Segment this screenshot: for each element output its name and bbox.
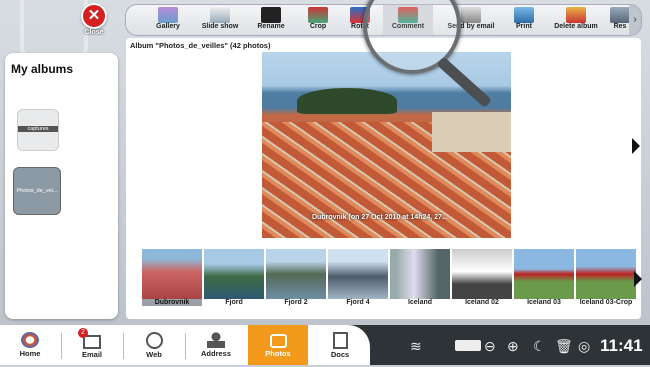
- thumbnail-image: [266, 249, 326, 299]
- close-label: Close: [84, 29, 104, 36]
- home-icon: [21, 332, 39, 348]
- contacts-icon: [207, 332, 225, 348]
- delete-album-button[interactable]: Delete album: [550, 5, 602, 35]
- dock-apps: Home Email 2 Web Address Photos Docs: [0, 325, 370, 365]
- next-arrow-icon[interactable]: [632, 138, 640, 154]
- rename-label: Rename: [257, 23, 285, 30]
- home-app[interactable]: Home: [0, 325, 60, 365]
- thumbnail-item[interactable]: Iceland 03: [514, 249, 574, 311]
- crop-icon: [308, 7, 328, 23]
- sidebar-title: My albums: [11, 62, 74, 76]
- thumbnail-item[interactable]: Dubrovnik: [142, 249, 202, 311]
- main-photo[interactable]: Dubrovnik (on 27 Oct 2010 at 14h24, 27..…: [262, 52, 511, 238]
- globe-icon: [145, 332, 163, 349]
- battery-icon: [455, 340, 481, 351]
- thumbnail-label: Fjord 4: [346, 299, 370, 306]
- background-decoration: [20, 0, 88, 58]
- photo-caption: Dubrovnik (on 27 Oct 2010 at 14h24, 27..…: [312, 214, 448, 221]
- chevron-right-icon[interactable]: ›: [629, 5, 641, 35]
- thumbnail-item[interactable]: Fjord: [204, 249, 264, 311]
- slide-show-button[interactable]: Slide show: [196, 5, 244, 35]
- photo-island: [297, 88, 397, 114]
- rename-button[interactable]: Rename: [250, 5, 292, 35]
- email-label: Email: [81, 350, 102, 359]
- thumbnail-label: Fjord 2: [284, 299, 308, 306]
- thumbnail-item[interactable]: Iceland 02: [452, 249, 512, 311]
- printer-icon: [514, 7, 534, 23]
- thumbnail-item[interactable]: Iceland 03-Crop: [576, 249, 636, 311]
- crop-label: Crop: [309, 23, 327, 30]
- help-icon[interactable]: ◎: [578, 325, 590, 365]
- strip-next-arrow-icon[interactable]: [634, 271, 642, 287]
- photos-app[interactable]: Photos: [248, 325, 308, 365]
- slide-show-icon: [210, 7, 230, 23]
- photo-wall: [432, 112, 511, 152]
- dock-bar: Home Email 2 Web Address Photos Docs ≋ ⊖…: [0, 325, 650, 365]
- albums-sidebar: My albums captures Photos_de_vei...: [5, 53, 118, 319]
- brightness-icon[interactable]: ☾: [533, 325, 546, 365]
- gallery-icon: [158, 7, 178, 23]
- address-app[interactable]: Address: [186, 325, 246, 365]
- docs-label: Docs: [330, 350, 350, 359]
- album-title: Album "Photos_de_veilles" (42 photos): [130, 41, 271, 50]
- document-icon: [332, 332, 348, 349]
- delete-album-label: Delete album: [554, 23, 598, 30]
- camera-icon: [269, 334, 287, 348]
- email-icon: [461, 7, 481, 23]
- gallery-label: Gallery: [156, 23, 180, 30]
- thumbnail-image: [142, 249, 202, 299]
- delete-album-icon: [566, 7, 586, 23]
- print-label: Print: [516, 23, 532, 30]
- crop-button[interactable]: Crop: [298, 5, 338, 35]
- thumbnail-item[interactable]: Fjord 2: [266, 249, 326, 311]
- thumbnail-image: [576, 249, 636, 299]
- thumbnail-image: [328, 249, 388, 299]
- gallery-button[interactable]: Gallery: [144, 5, 192, 35]
- thumbnail-item[interactable]: Fjord 4: [328, 249, 388, 311]
- res-icon: [610, 7, 630, 23]
- wifi-icon: ≋: [410, 338, 422, 354]
- res-label: Res: [613, 23, 627, 30]
- address-label: Address: [200, 349, 231, 358]
- thumbnail-label: Iceland 03-Crop: [579, 299, 633, 306]
- res-button[interactable]: Res: [610, 5, 630, 35]
- album-captures[interactable]: captures: [17, 109, 59, 151]
- thumbnail-label: Fjord: [225, 299, 243, 306]
- close-button[interactable]: ✕ Close: [80, 3, 108, 36]
- volume-up-icon[interactable]: ⊕: [507, 325, 519, 365]
- thumbnail-label: Iceland 03: [527, 299, 561, 306]
- thumbnail-image: [390, 249, 450, 299]
- thumbnail-image: [514, 249, 574, 299]
- web-app[interactable]: Web: [124, 325, 184, 365]
- thumbnail-strip: Dubrovnik Fjord Fjord 2 Fjord 4 Iceland …: [142, 249, 636, 313]
- photos-label: Photos: [265, 349, 291, 358]
- album-label: Photos_de_vei...: [16, 188, 58, 194]
- close-icon: ✕: [81, 3, 107, 29]
- trash-icon[interactable]: 🗑: [555, 325, 573, 365]
- home-label: Home: [19, 349, 41, 358]
- email-count-badge: 2: [78, 328, 88, 338]
- album-photos-de-veilles[interactable]: Photos_de_vei...: [13, 167, 61, 215]
- volume-down-icon[interactable]: ⊖: [484, 325, 496, 365]
- web-label: Web: [146, 350, 162, 359]
- thumbnail-image: [452, 249, 512, 299]
- thumbnail-label: Iceland 02: [465, 299, 499, 306]
- rename-icon: [261, 7, 281, 23]
- clock: 11:41: [600, 336, 643, 355]
- docs-app[interactable]: Docs: [310, 325, 370, 365]
- thumbnail-image: [204, 249, 264, 299]
- album-view: Album "Photos_de_veilles" (42 photos) Du…: [126, 38, 642, 319]
- album-label: captures: [18, 126, 58, 132]
- thumbnail-label: Dubrovnik: [142, 299, 202, 306]
- email-app[interactable]: Email: [62, 325, 122, 365]
- print-button[interactable]: Print: [504, 5, 544, 35]
- thumbnail-label: Iceland: [407, 299, 433, 306]
- thumbnail-item[interactable]: Iceland: [390, 249, 450, 311]
- slide-show-label: Slide show: [201, 23, 239, 30]
